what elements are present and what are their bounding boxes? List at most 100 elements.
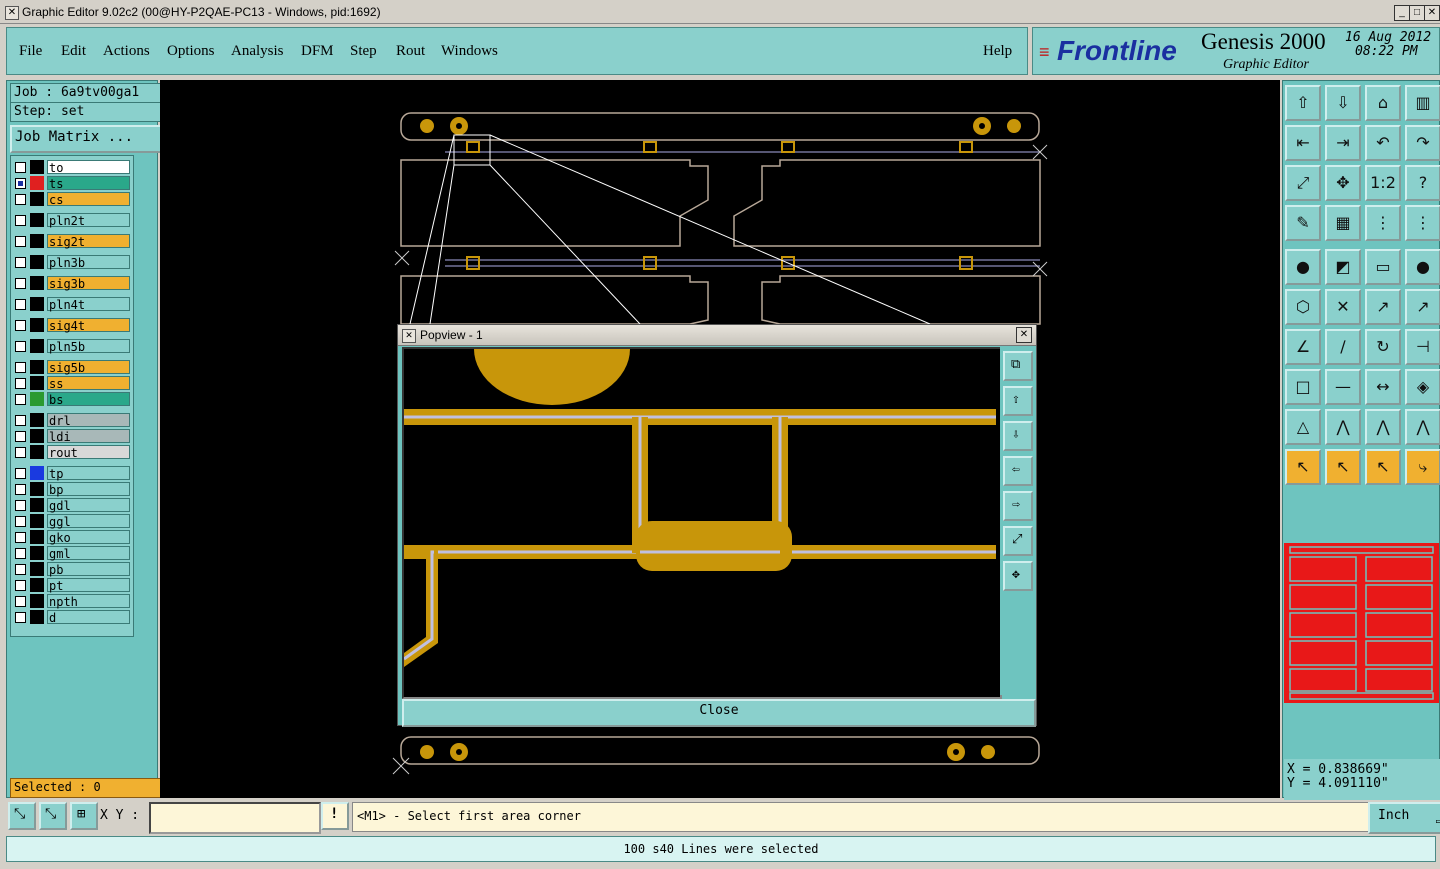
menu-help[interactable]: Help [983, 43, 1012, 60]
layer-color-swatch[interactable] [30, 466, 44, 480]
layer-name[interactable]: to [47, 160, 130, 175]
features-toggle-button[interactable]: ⊣ [1405, 329, 1440, 365]
move-point-button[interactable]: ↗ [1365, 289, 1401, 325]
layer-row-drl[interactable]: drl [11, 413, 131, 428]
layer-row-ss[interactable]: ss [11, 376, 131, 391]
layer-row-to[interactable]: to [11, 160, 131, 175]
layer-color-swatch[interactable] [30, 276, 44, 290]
pointer-select-button[interactable]: ↖ [1285, 449, 1321, 485]
edit-tools-button[interactable]: ✎ [1285, 205, 1321, 241]
popview-zoom-out-button[interactable]: ⤢ [1003, 526, 1033, 556]
line-select-button[interactable]: — [1325, 369, 1361, 405]
move-arc-button[interactable]: ↗ [1405, 289, 1440, 325]
layer-checkbox[interactable] [15, 278, 26, 289]
layer-name[interactable]: pt [47, 578, 130, 593]
layer-row-gml[interactable]: gml [11, 546, 131, 561]
layer-name[interactable]: ts [47, 176, 130, 191]
draw-arc-button[interactable]: ↻ [1365, 329, 1401, 365]
layer-name[interactable]: rout [47, 445, 130, 460]
layer-checkbox[interactable] [15, 415, 26, 426]
layer-checkbox[interactable] [15, 564, 26, 575]
layer-checkbox[interactable] [15, 548, 26, 559]
menu-dfm[interactable]: DFM [301, 43, 334, 60]
popview-pan-up-button[interactable]: ⇧ [1003, 386, 1033, 416]
snap-mode-button[interactable]: ⤡ [8, 802, 36, 830]
layer-row-pt[interactable]: pt [11, 578, 131, 593]
undo-view-button[interactable]: ↶ [1365, 125, 1401, 161]
layer-checkbox[interactable] [15, 162, 26, 173]
zoom-center-button[interactable]: ✥ [1325, 165, 1361, 201]
layer-name[interactable]: tp [47, 466, 130, 481]
layer-row-sig5b[interactable]: sig5b [11, 360, 131, 375]
layer-color-swatch[interactable] [30, 234, 44, 248]
ruler-button[interactable]: ▭ [1365, 249, 1401, 285]
layer-color-swatch[interactable] [30, 610, 44, 624]
layer-checkbox[interactable] [15, 532, 26, 543]
redo-view-button[interactable]: ↷ [1405, 125, 1440, 161]
layer-checkbox[interactable] [15, 215, 26, 226]
layer-row-pb[interactable]: pb [11, 562, 131, 577]
save-step-button[interactable]: ⇩ [1325, 85, 1361, 121]
layer-color-swatch[interactable] [30, 176, 44, 190]
delete-feature-button[interactable]: ✕ [1325, 289, 1361, 325]
pointer-box-button[interactable]: ↖ [1325, 449, 1361, 485]
layer-checkbox[interactable] [15, 596, 26, 607]
layer-checkbox[interactable] [15, 257, 26, 268]
zoom-extents-button[interactable]: ⤢ [1285, 165, 1321, 201]
popview-pan-down-button[interactable]: ⇩ [1003, 421, 1033, 451]
menu-edit[interactable]: Edit [61, 43, 86, 60]
open-job-button[interactable]: ⇧ [1285, 85, 1321, 121]
layer-row-pln4t[interactable]: pln4t [11, 297, 131, 312]
draw-line-button[interactable]: ∠ [1285, 329, 1321, 365]
minimize-button[interactable]: _ [1394, 5, 1410, 21]
layer-name[interactable]: ldi [47, 429, 130, 444]
layer-checkbox[interactable] [15, 612, 26, 623]
add-circle-button[interactable]: ● [1405, 249, 1440, 285]
popview-pan-left-button[interactable]: ⇦ [1003, 456, 1033, 486]
layer-checkbox[interactable] [15, 362, 26, 373]
layer-color-swatch[interactable] [30, 514, 44, 528]
layer-row-bp[interactable]: bp [11, 482, 131, 497]
popview-close-button[interactable]: Close [402, 699, 1036, 727]
popview-canvas[interactable] [402, 347, 1002, 699]
layer-name[interactable]: bp [47, 482, 130, 497]
xy-input[interactable] [149, 802, 321, 834]
layer-name[interactable]: sig2t [47, 234, 130, 249]
line-color-button[interactable]: ◩ [1325, 249, 1361, 285]
layer-color-swatch[interactable] [30, 429, 44, 443]
layer-name[interactable]: gko [47, 530, 130, 545]
layer-checkbox[interactable] [15, 341, 26, 352]
polygon-c-button[interactable]: ⋀ [1365, 409, 1401, 445]
layer-checkbox[interactable] [15, 500, 26, 511]
layer-color-swatch[interactable] [30, 445, 44, 459]
layer-name[interactable]: sig5b [47, 360, 130, 375]
pointer-circle-button[interactable]: ↖ [1365, 449, 1401, 485]
layer-row-pln2t[interactable]: pln2t [11, 213, 131, 228]
popview-zoom-in-button[interactable]: ✥ [1003, 561, 1033, 591]
layer-color-swatch[interactable] [30, 213, 44, 227]
layer-row-ts[interactable]: ts [11, 176, 131, 191]
layer-checkbox[interactable] [15, 394, 26, 405]
layer-name[interactable]: gml [47, 546, 130, 561]
grid-button[interactable]: ⊞ [70, 802, 98, 830]
layer-checkbox[interactable] [15, 447, 26, 458]
menu-windows[interactable]: Windows [441, 43, 498, 60]
close-window-button[interactable]: ✕ [1424, 5, 1440, 21]
layer-name[interactable]: pln2t [47, 213, 130, 228]
layer-checkbox[interactable] [15, 320, 26, 331]
layer-color-swatch[interactable] [30, 339, 44, 353]
maximize-button[interactable]: □ [1409, 5, 1425, 21]
layer-name[interactable]: sig4t [47, 318, 130, 333]
scale-1-2-button[interactable]: 1:2 [1365, 165, 1401, 201]
layer-row-npth[interactable]: npth [11, 594, 131, 609]
measure-button[interactable]: ↔ [1365, 369, 1401, 405]
add-pad-button[interactable]: ● [1285, 249, 1321, 285]
grid-view-button[interactable]: ▦ [1325, 205, 1361, 241]
menu-step[interactable]: Step [350, 43, 377, 60]
polygon-a-button[interactable]: △ [1285, 409, 1321, 445]
layer-color-swatch[interactable] [30, 594, 44, 608]
layer-color-swatch[interactable] [30, 392, 44, 406]
layer-color-swatch[interactable] [30, 160, 44, 174]
layer-row-sig4t[interactable]: sig4t [11, 318, 131, 333]
layer-name[interactable]: pln5b [47, 339, 130, 354]
